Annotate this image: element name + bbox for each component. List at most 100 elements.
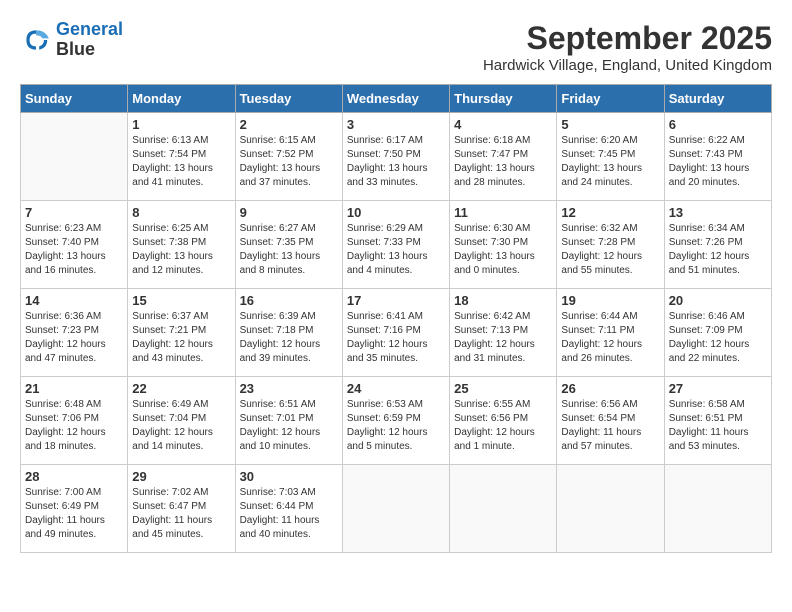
day-number: 16	[240, 293, 338, 308]
day-detail: Sunrise: 6:13 AMSunset: 7:54 PMDaylight:…	[132, 134, 230, 190]
day-number: 3	[347, 117, 445, 132]
day-number: 17	[347, 293, 445, 308]
calendar-cell: 4 Sunrise: 6:18 AMSunset: 7:47 PMDaylight…	[450, 113, 557, 201]
column-header-wednesday: Wednesday	[342, 85, 449, 113]
day-detail: Sunrise: 6:41 AMSunset: 7:16 PMDaylight:…	[347, 310, 445, 366]
day-number: 11	[454, 205, 552, 220]
calendar-cell	[557, 465, 664, 553]
calendar-cell	[21, 113, 128, 201]
calendar-cell: 19 Sunrise: 6:44 AMSunset: 7:11 PMDayligh…	[557, 289, 664, 377]
calendar-cell: 2 Sunrise: 6:15 AMSunset: 7:52 PMDaylight…	[235, 113, 342, 201]
day-detail: Sunrise: 6:39 AMSunset: 7:18 PMDaylight:…	[240, 310, 338, 366]
day-number: 8	[132, 205, 230, 220]
calendar-cell: 12Sunrise: 6:32 AMSunset: 7:28 PMDayligh…	[557, 201, 664, 289]
calendar-cell: 21Sunrise: 6:48 AMSunset: 7:06 PMDayligh…	[21, 377, 128, 465]
day-number: 10	[347, 205, 445, 220]
column-header-monday: Monday	[128, 85, 235, 113]
calendar-cell: 26 Sunrise: 6:56 AMSunset: 6:54 PMDayligh…	[557, 377, 664, 465]
column-header-sunday: Sunday	[21, 85, 128, 113]
day-number: 29	[132, 469, 230, 484]
calendar-cell	[342, 465, 449, 553]
day-number: 1	[132, 117, 230, 132]
day-detail: Sunrise: 6:55 AMSunset: 6:56 PMDaylight:…	[454, 398, 552, 454]
calendar-cell: 1 Sunrise: 6:13 AMSunset: 7:54 PMDaylight…	[128, 113, 235, 201]
day-detail: Sunrise: 6:34 AMSunset: 7:26 PMDaylight:…	[669, 222, 767, 278]
day-number: 5	[561, 117, 659, 132]
calendar-cell: 30 Sunrise: 7:03 AMSunset: 6:44 PMDayligh…	[235, 465, 342, 553]
day-detail: Sunrise: 7:03 AMSunset: 6:44 PMDaylight:…	[240, 486, 338, 542]
calendar-cell: 20Sunrise: 6:46 AMSunset: 7:09 PMDayligh…	[664, 289, 771, 377]
day-number: 7	[25, 205, 123, 220]
calendar-cell: 11 Sunrise: 6:30 AMSunset: 7:30 PMDayligh…	[450, 201, 557, 289]
location: Hardwick Village, England, United Kingdo…	[483, 57, 772, 74]
day-number: 22	[132, 381, 230, 396]
day-detail: Sunrise: 6:15 AMSunset: 7:52 PMDaylight:…	[240, 134, 338, 190]
day-number: 9	[240, 205, 338, 220]
day-detail: Sunrise: 6:48 AMSunset: 7:06 PMDaylight:…	[25, 398, 123, 454]
calendar-cell: 8 Sunrise: 6:25 AMSunset: 7:38 PMDaylight…	[128, 201, 235, 289]
day-number: 25	[454, 381, 552, 396]
month-title: September 2025	[483, 20, 772, 57]
day-detail: Sunrise: 6:27 AMSunset: 7:35 PMDaylight:…	[240, 222, 338, 278]
day-detail: Sunrise: 6:17 AMSunset: 7:50 PMDaylight:…	[347, 134, 445, 190]
day-number: 24	[347, 381, 445, 396]
calendar: SundayMondayTuesdayWednesdayThursdayFrid…	[20, 84, 772, 553]
calendar-cell: 13 Sunrise: 6:34 AMSunset: 7:26 PMDayligh…	[664, 201, 771, 289]
calendar-cell: 28Sunrise: 7:00 AMSunset: 6:49 PMDayligh…	[21, 465, 128, 553]
calendar-cell: 27 Sunrise: 6:58 AMSunset: 6:51 PMDayligh…	[664, 377, 771, 465]
column-header-tuesday: Tuesday	[235, 85, 342, 113]
calendar-cell: 15Sunrise: 6:37 AMSunset: 7:21 PMDayligh…	[128, 289, 235, 377]
day-detail: Sunrise: 7:00 AMSunset: 6:49 PMDaylight:…	[25, 486, 123, 542]
day-number: 26	[561, 381, 659, 396]
day-detail: Sunrise: 6:30 AMSunset: 7:30 PMDaylight:…	[454, 222, 552, 278]
column-header-friday: Friday	[557, 85, 664, 113]
day-detail: Sunrise: 6:42 AMSunset: 7:13 PMDaylight:…	[454, 310, 552, 366]
calendar-cell: 24 Sunrise: 6:53 AMSunset: 6:59 PMDayligh…	[342, 377, 449, 465]
day-detail: Sunrise: 6:25 AMSunset: 7:38 PMDaylight:…	[132, 222, 230, 278]
calendar-cell: 23 Sunrise: 6:51 AMSunset: 7:01 PMDayligh…	[235, 377, 342, 465]
day-number: 19	[561, 293, 659, 308]
day-detail: Sunrise: 6:20 AMSunset: 7:45 PMDaylight:…	[561, 134, 659, 190]
day-detail: Sunrise: 6:46 AMSunset: 7:09 PMDaylight:…	[669, 310, 767, 366]
day-detail: Sunrise: 6:22 AMSunset: 7:43 PMDaylight:…	[669, 134, 767, 190]
calendar-cell: 3 Sunrise: 6:17 AMSunset: 7:50 PMDaylight…	[342, 113, 449, 201]
day-number: 23	[240, 381, 338, 396]
calendar-cell: 9 Sunrise: 6:27 AMSunset: 7:35 PMDaylight…	[235, 201, 342, 289]
day-detail: Sunrise: 6:51 AMSunset: 7:01 PMDaylight:…	[240, 398, 338, 454]
day-detail: Sunrise: 6:49 AMSunset: 7:04 PMDaylight:…	[132, 398, 230, 454]
calendar-cell: 5 Sunrise: 6:20 AMSunset: 7:45 PMDaylight…	[557, 113, 664, 201]
day-detail: Sunrise: 6:32 AMSunset: 7:28 PMDaylight:…	[561, 222, 659, 278]
day-number: 6	[669, 117, 767, 132]
logo-text: General Blue	[56, 20, 123, 60]
calendar-cell: 25 Sunrise: 6:55 AMSunset: 6:56 PMDayligh…	[450, 377, 557, 465]
page-header: General Blue September 2025 Hardwick Vil…	[20, 20, 772, 74]
day-detail: Sunrise: 6:23 AMSunset: 7:40 PMDaylight:…	[25, 222, 123, 278]
logo: General Blue	[20, 20, 123, 60]
day-number: 13	[669, 205, 767, 220]
day-detail: Sunrise: 6:18 AMSunset: 7:47 PMDaylight:…	[454, 134, 552, 190]
calendar-cell: 10 Sunrise: 6:29 AMSunset: 7:33 PMDayligh…	[342, 201, 449, 289]
calendar-cell: 17 Sunrise: 6:41 AMSunset: 7:16 PMDayligh…	[342, 289, 449, 377]
title-block: September 2025 Hardwick Village, England…	[483, 20, 772, 74]
calendar-cell	[450, 465, 557, 553]
day-detail: Sunrise: 6:29 AMSunset: 7:33 PMDaylight:…	[347, 222, 445, 278]
calendar-cell: 14 Sunrise: 6:36 AMSunset: 7:23 PMDayligh…	[21, 289, 128, 377]
day-number: 14	[25, 293, 123, 308]
calendar-cell: 29Sunrise: 7:02 AMSunset: 6:47 PMDayligh…	[128, 465, 235, 553]
day-number: 30	[240, 469, 338, 484]
day-detail: Sunrise: 6:56 AMSunset: 6:54 PMDaylight:…	[561, 398, 659, 454]
column-header-thursday: Thursday	[450, 85, 557, 113]
day-detail: Sunrise: 6:36 AMSunset: 7:23 PMDaylight:…	[25, 310, 123, 366]
calendar-cell: 22 Sunrise: 6:49 AMSunset: 7:04 PMDayligh…	[128, 377, 235, 465]
day-detail: Sunrise: 6:44 AMSunset: 7:11 PMDaylight:…	[561, 310, 659, 366]
column-header-saturday: Saturday	[664, 85, 771, 113]
day-number: 2	[240, 117, 338, 132]
day-number: 27	[669, 381, 767, 396]
day-detail: Sunrise: 6:58 AMSunset: 6:51 PMDaylight:…	[669, 398, 767, 454]
day-detail: Sunrise: 6:53 AMSunset: 6:59 PMDaylight:…	[347, 398, 445, 454]
calendar-cell: 7 Sunrise: 6:23 AMSunset: 7:40 PMDaylight…	[21, 201, 128, 289]
calendar-cell	[664, 465, 771, 553]
day-number: 4	[454, 117, 552, 132]
calendar-cell: 16 Sunrise: 6:39 AMSunset: 7:18 PMDayligh…	[235, 289, 342, 377]
day-number: 15	[132, 293, 230, 308]
